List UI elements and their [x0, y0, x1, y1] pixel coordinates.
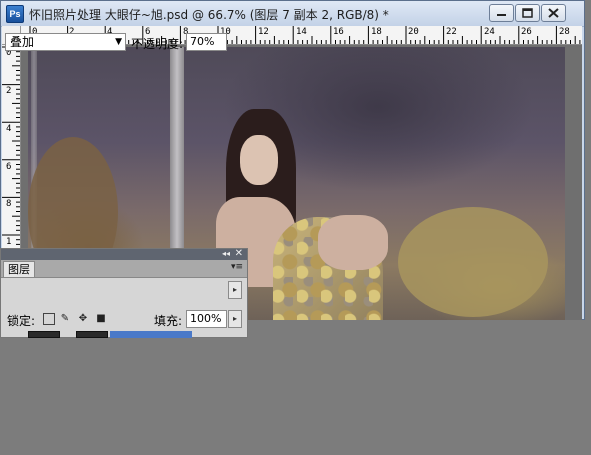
panel-tab-bar: 图层 ▾≡	[1, 260, 247, 278]
layer-mask-thumbnail[interactable]	[76, 331, 108, 338]
photoshop-icon: Ps	[6, 5, 24, 23]
ruler-label: 12	[258, 27, 269, 37]
ruler-label: 2	[6, 86, 12, 96]
subject-knee	[318, 215, 388, 270]
panel-menu-icon[interactable]: ▾≡	[231, 262, 243, 272]
opacity-label: 不透明度:	[131, 37, 184, 51]
collapse-icon[interactable]: ◂◂	[222, 249, 230, 258]
blend-mode-select[interactable]: 叠加 ▼	[5, 33, 126, 51]
tab-layers[interactable]: 图层	[3, 261, 35, 277]
minimize-button[interactable]	[489, 4, 514, 22]
close-icon[interactable]: ✕	[235, 248, 243, 259]
close-button[interactable]	[541, 4, 566, 22]
lock-icon[interactable]: ■	[95, 313, 107, 325]
opacity-slider-button[interactable]: ▸	[228, 281, 242, 299]
subject-face	[240, 135, 278, 185]
close-icon	[548, 8, 559, 18]
ruler-label: 20	[408, 27, 419, 37]
ruler-label: 28	[559, 27, 570, 37]
fill-input[interactable]: 100%	[186, 310, 227, 328]
ruler-label: 1	[6, 237, 12, 247]
fill-slider-button[interactable]: ▸	[228, 310, 242, 328]
panel-header[interactable]: ◂◂ ✕	[1, 248, 247, 260]
opacity-input[interactable]: 70%	[186, 33, 227, 51]
blend-mode-value: 叠加	[10, 35, 35, 49]
ruler-label: 14	[296, 27, 307, 37]
ruler-label: 8	[6, 199, 12, 209]
minimize-icon	[497, 14, 506, 16]
chevron-down-icon: ▼	[115, 37, 122, 47]
title-bar[interactable]: Ps 怀旧照片处理 大眼仔~旭.psd @ 66.7% (图层 7 副本 2, …	[1, 1, 584, 27]
ruler-label: 24	[484, 27, 495, 37]
ruler-label: 22	[446, 27, 457, 37]
ruler-label: 18	[371, 27, 382, 37]
ruler-label: 26	[521, 27, 532, 37]
maximize-icon	[522, 8, 533, 18]
ruler-label: 4	[6, 124, 12, 134]
background-foliage	[398, 207, 548, 317]
selected-layer-row[interactable]	[110, 331, 192, 338]
maximize-button[interactable]	[515, 4, 540, 22]
fill-label: 填充:	[154, 314, 183, 328]
layer-thumbnail[interactable]	[28, 331, 60, 338]
window-title: 怀旧照片处理 大眼仔~旭.psd @ 66.7% (图层 7 副本 2, RGB…	[29, 8, 389, 22]
lock-transparency-icon[interactable]	[43, 313, 55, 325]
move-icon[interactable]: ✥	[77, 313, 89, 325]
lock-label: 锁定:	[7, 314, 36, 328]
ruler-label: 16	[333, 27, 344, 37]
ruler-label: 6	[6, 162, 12, 172]
brush-icon[interactable]: ✎	[59, 313, 71, 325]
